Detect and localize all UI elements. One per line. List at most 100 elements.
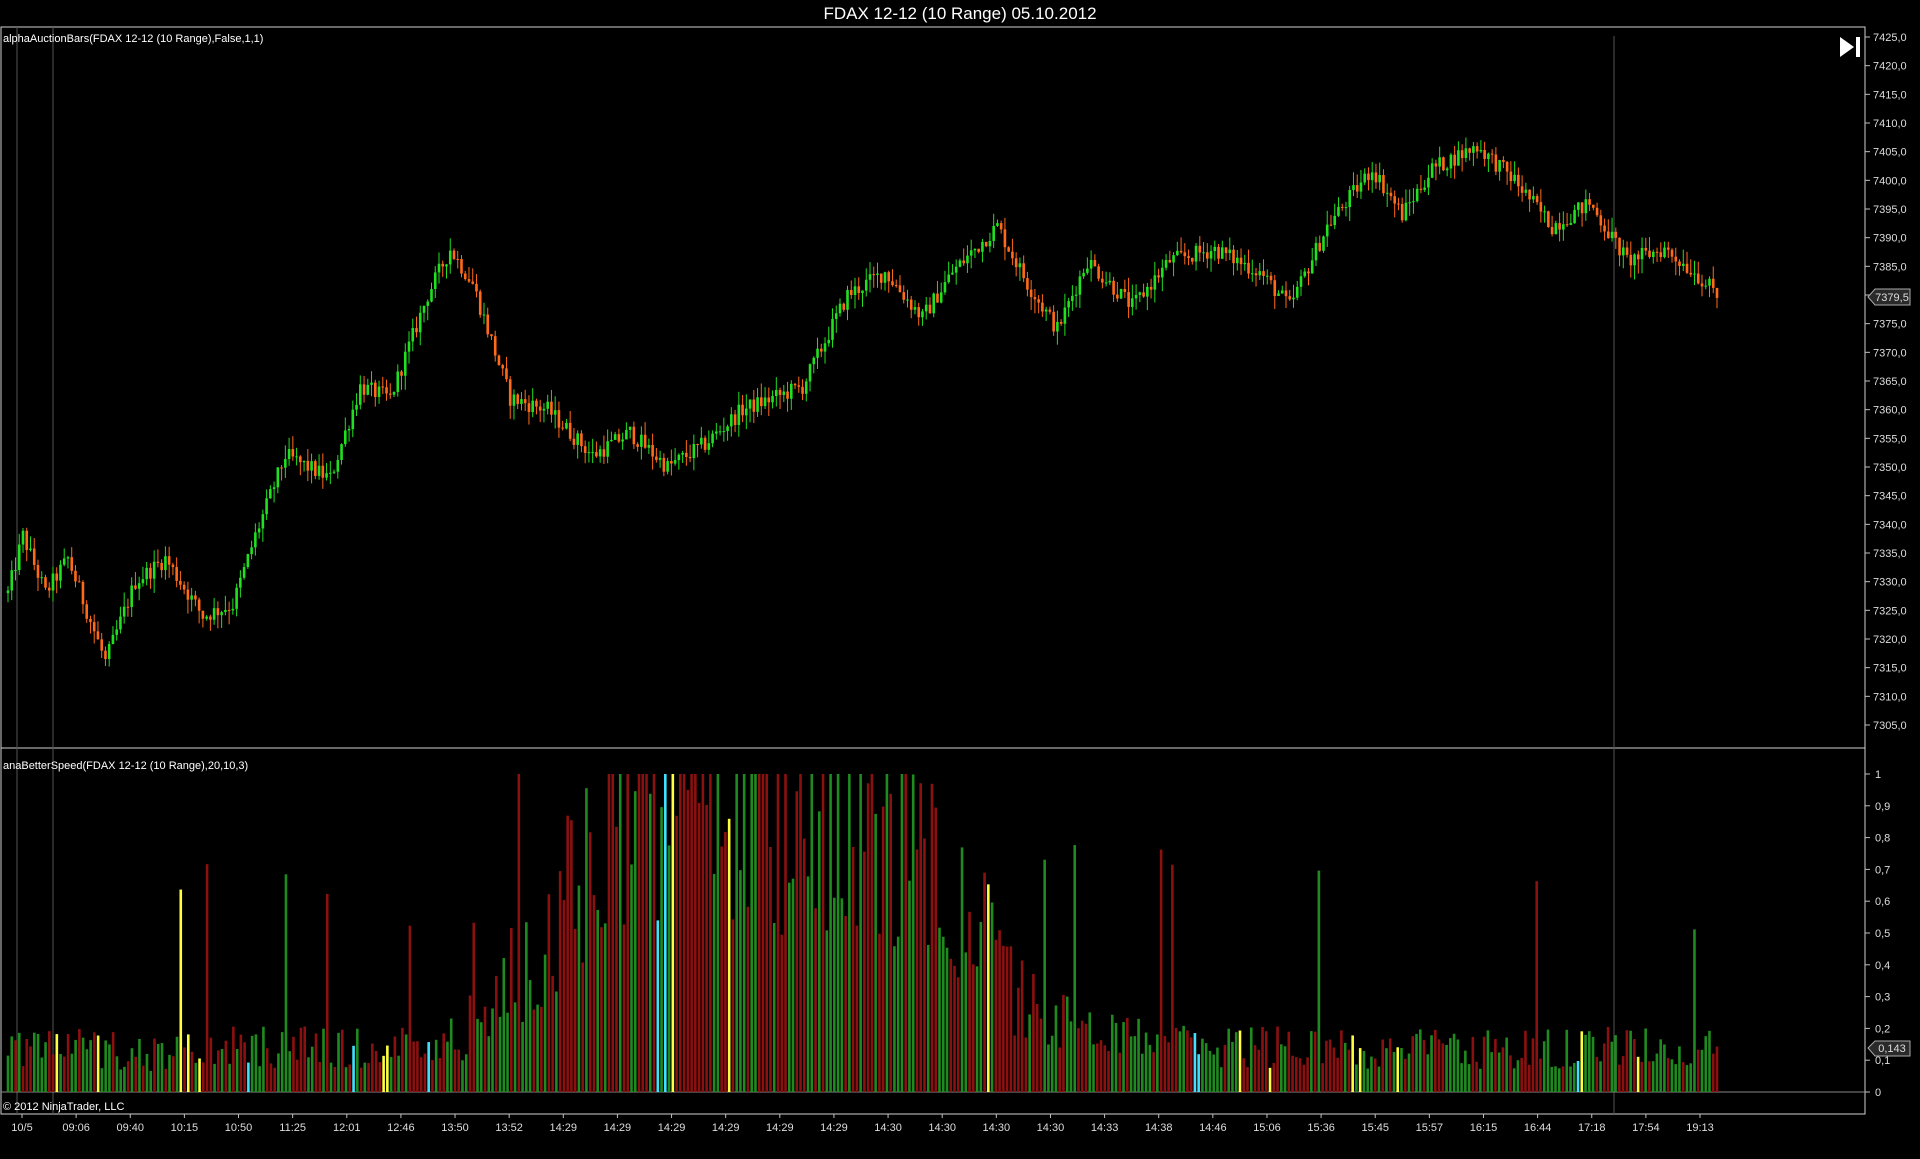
speed-bar (686, 789, 690, 1092)
candle-body (152, 561, 156, 579)
chart-canvas[interactable]: 7425,0 7420,0 7415,0 7410,0 7405,0 7400,0 7395… (0, 0, 1920, 1159)
candle-body (1337, 206, 1340, 216)
speed-bar (716, 774, 720, 1092)
candle-body (1618, 237, 1621, 256)
speed-bar (626, 774, 630, 1092)
price-tick-label: 7385,0 (1873, 261, 1907, 273)
candle-body (1344, 207, 1348, 209)
speed-bar (1400, 1048, 1403, 1092)
candle-body (1490, 153, 1494, 155)
speed-bar (671, 774, 675, 1092)
speed-bar (724, 832, 727, 1092)
candle-body (463, 273, 467, 280)
candle-body (209, 616, 212, 620)
speed-bar (893, 946, 896, 1092)
speed-bar (1520, 1057, 1523, 1092)
speed-bar (1144, 1032, 1148, 1092)
candle-body (1355, 185, 1359, 192)
speed-bar (1291, 1055, 1294, 1092)
candle-body (613, 434, 617, 440)
speed-bar (310, 1046, 314, 1092)
speed-bar (1546, 1029, 1550, 1092)
speed-bar (468, 995, 472, 1092)
candle-body (1614, 231, 1618, 238)
speed-bar (164, 1068, 168, 1092)
candle-body (276, 467, 280, 488)
speed-bar (51, 1054, 55, 1092)
speed-bar (280, 1032, 284, 1092)
candle-body (819, 348, 823, 352)
candle-body (778, 389, 782, 395)
speed-bar (401, 1027, 404, 1092)
candle-body (486, 314, 490, 335)
candle-body (981, 241, 984, 252)
speed-bar (1268, 1067, 1272, 1092)
candle-body (924, 304, 928, 312)
speed-bar (1005, 946, 1009, 1092)
time-axis: 10/5 09:06 09:40 10:15 10:50 11:25 12:01 12:46 1… (11, 1114, 1714, 1134)
candle-body (1419, 188, 1423, 190)
speed-bar (1426, 1054, 1430, 1092)
speed-bar (1464, 1050, 1467, 1092)
candle-body (576, 433, 579, 445)
candle-body (1157, 275, 1160, 278)
candle-body (261, 514, 265, 529)
speed-bar (829, 774, 832, 1092)
candle-body (853, 286, 857, 295)
speed-bar (374, 1050, 378, 1092)
time-tick-label: 11:25 (279, 1122, 306, 1134)
speed-bar (645, 774, 648, 1092)
speed-bar (1659, 1039, 1662, 1092)
speed-bar (543, 954, 547, 1092)
speed-bar (588, 832, 592, 1092)
skip-forward-icon[interactable] (1835, 33, 1865, 61)
speed-bar (1163, 1036, 1167, 1092)
candle-body (433, 272, 437, 290)
candle-body (344, 430, 347, 445)
candle-body (1119, 288, 1123, 299)
candle-body (666, 461, 669, 472)
candle-body (789, 383, 793, 399)
candle-body (392, 391, 396, 395)
candle-body (1565, 224, 1569, 226)
candle-body (1434, 163, 1438, 167)
candle-body (538, 406, 542, 411)
candle-body (1292, 297, 1295, 300)
candle-body (921, 311, 924, 318)
speed-bar (885, 774, 889, 1092)
speed-bar (780, 934, 784, 1092)
speed-bar (1599, 1061, 1602, 1092)
candle-body (598, 449, 602, 457)
speed-bar (934, 807, 938, 1092)
speed-bar (1321, 1063, 1324, 1092)
speed-bar (930, 783, 934, 1092)
speed-bar (1591, 1036, 1595, 1092)
candle-body (741, 404, 744, 416)
speed-bar (483, 1006, 487, 1092)
speed-bar (160, 1043, 164, 1092)
candle-body (51, 573, 55, 591)
candle-body (876, 273, 879, 276)
candle-body (1580, 202, 1584, 214)
time-tick-label: 10:15 (171, 1122, 199, 1134)
candle-body (1408, 202, 1411, 204)
speed-bar (968, 911, 971, 1092)
speed-histogram (6, 774, 1719, 1092)
speed-bar (1110, 1014, 1114, 1092)
candle-body (913, 307, 917, 310)
candle-body (996, 223, 999, 226)
candle-body (793, 383, 797, 386)
speed-bar (600, 927, 603, 1092)
candle-body (1179, 250, 1183, 253)
candle-body (1427, 177, 1430, 188)
speed-bar (1295, 1057, 1298, 1092)
candle-body (1018, 263, 1022, 268)
candle-body (1183, 252, 1187, 257)
candle-body (557, 410, 561, 428)
speed-bar (44, 1042, 47, 1092)
speed-bar (1246, 1067, 1249, 1092)
candle-body (962, 260, 965, 264)
candle-body (1048, 309, 1052, 312)
candle-body (520, 399, 523, 404)
candle-body (347, 429, 351, 431)
